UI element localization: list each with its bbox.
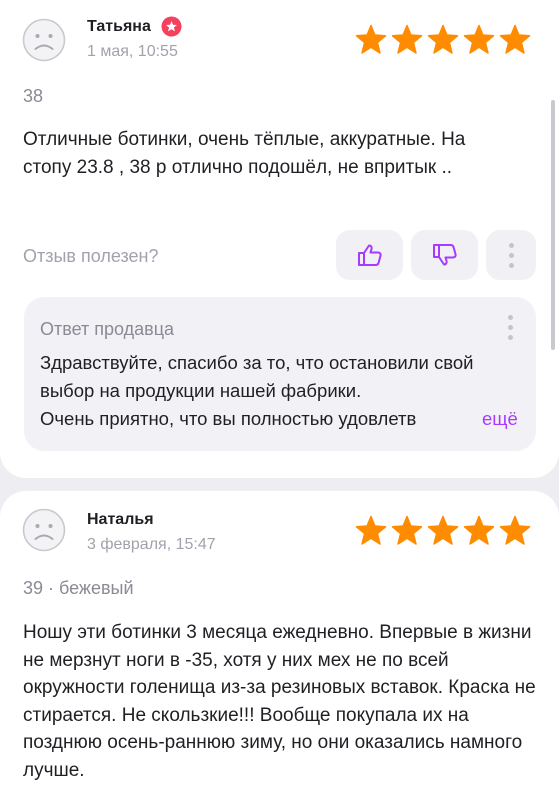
star-icon — [355, 24, 387, 54]
review-more-button[interactable] — [486, 230, 536, 280]
star-icon — [391, 24, 423, 54]
helpful-question: Отзыв полезен? — [23, 246, 159, 266]
star-icon — [427, 24, 459, 54]
dislike-button[interactable] — [411, 230, 478, 280]
star-icon — [463, 515, 495, 545]
review-size-color: 39 · бежевый — [23, 578, 134, 598]
review-author[interactable]: Наталья — [87, 511, 154, 529]
review-card: Татьяна 1 мая, 10:55 38 Отличные ботинки… — [0, 0, 559, 478]
rating-stars — [355, 24, 531, 55]
like-button[interactable] — [336, 230, 403, 280]
seller-reply-text: Здравствуйте, спасибо за то, что останов… — [40, 352, 474, 401]
more-vertical-icon — [508, 242, 514, 268]
verified-badge-icon — [161, 16, 182, 37]
user-avatar-icon[interactable] — [22, 18, 66, 62]
thumbs-up-icon — [357, 244, 382, 266]
text-fade — [420, 405, 480, 433]
user-avatar-icon[interactable] — [22, 508, 66, 552]
review-date: 3 февраля, 15:47 — [87, 536, 216, 553]
thumbs-down-icon — [432, 244, 457, 266]
rating-stars — [355, 515, 531, 546]
reply-more-icon[interactable] — [508, 315, 513, 340]
seller-reply-title: Ответ продавца — [40, 319, 175, 339]
review-text: Ношу эти ботинки 3 месяца ежедневно. Впе… — [23, 622, 536, 781]
review-date: 1 мая, 10:55 — [87, 43, 178, 60]
star-icon — [499, 515, 531, 545]
scrollbar[interactable] — [551, 100, 555, 350]
star-icon — [463, 24, 495, 54]
star-icon — [391, 515, 423, 545]
star-icon — [499, 24, 531, 54]
show-more-link[interactable]: ещё — [478, 405, 518, 433]
review-text: Отличные ботинки, очень тёплые, аккуратн… — [23, 129, 466, 178]
review-size: 38 — [23, 86, 44, 106]
seller-reply: Ответ продавца Здравствуйте, спасибо за … — [24, 297, 536, 451]
star-icon — [427, 515, 459, 545]
review-author[interactable]: Татьяна — [87, 18, 151, 36]
star-icon — [355, 515, 387, 545]
review-card: Наталья 3 февраля, 15:47 39 · бежевый Но… — [0, 491, 559, 800]
